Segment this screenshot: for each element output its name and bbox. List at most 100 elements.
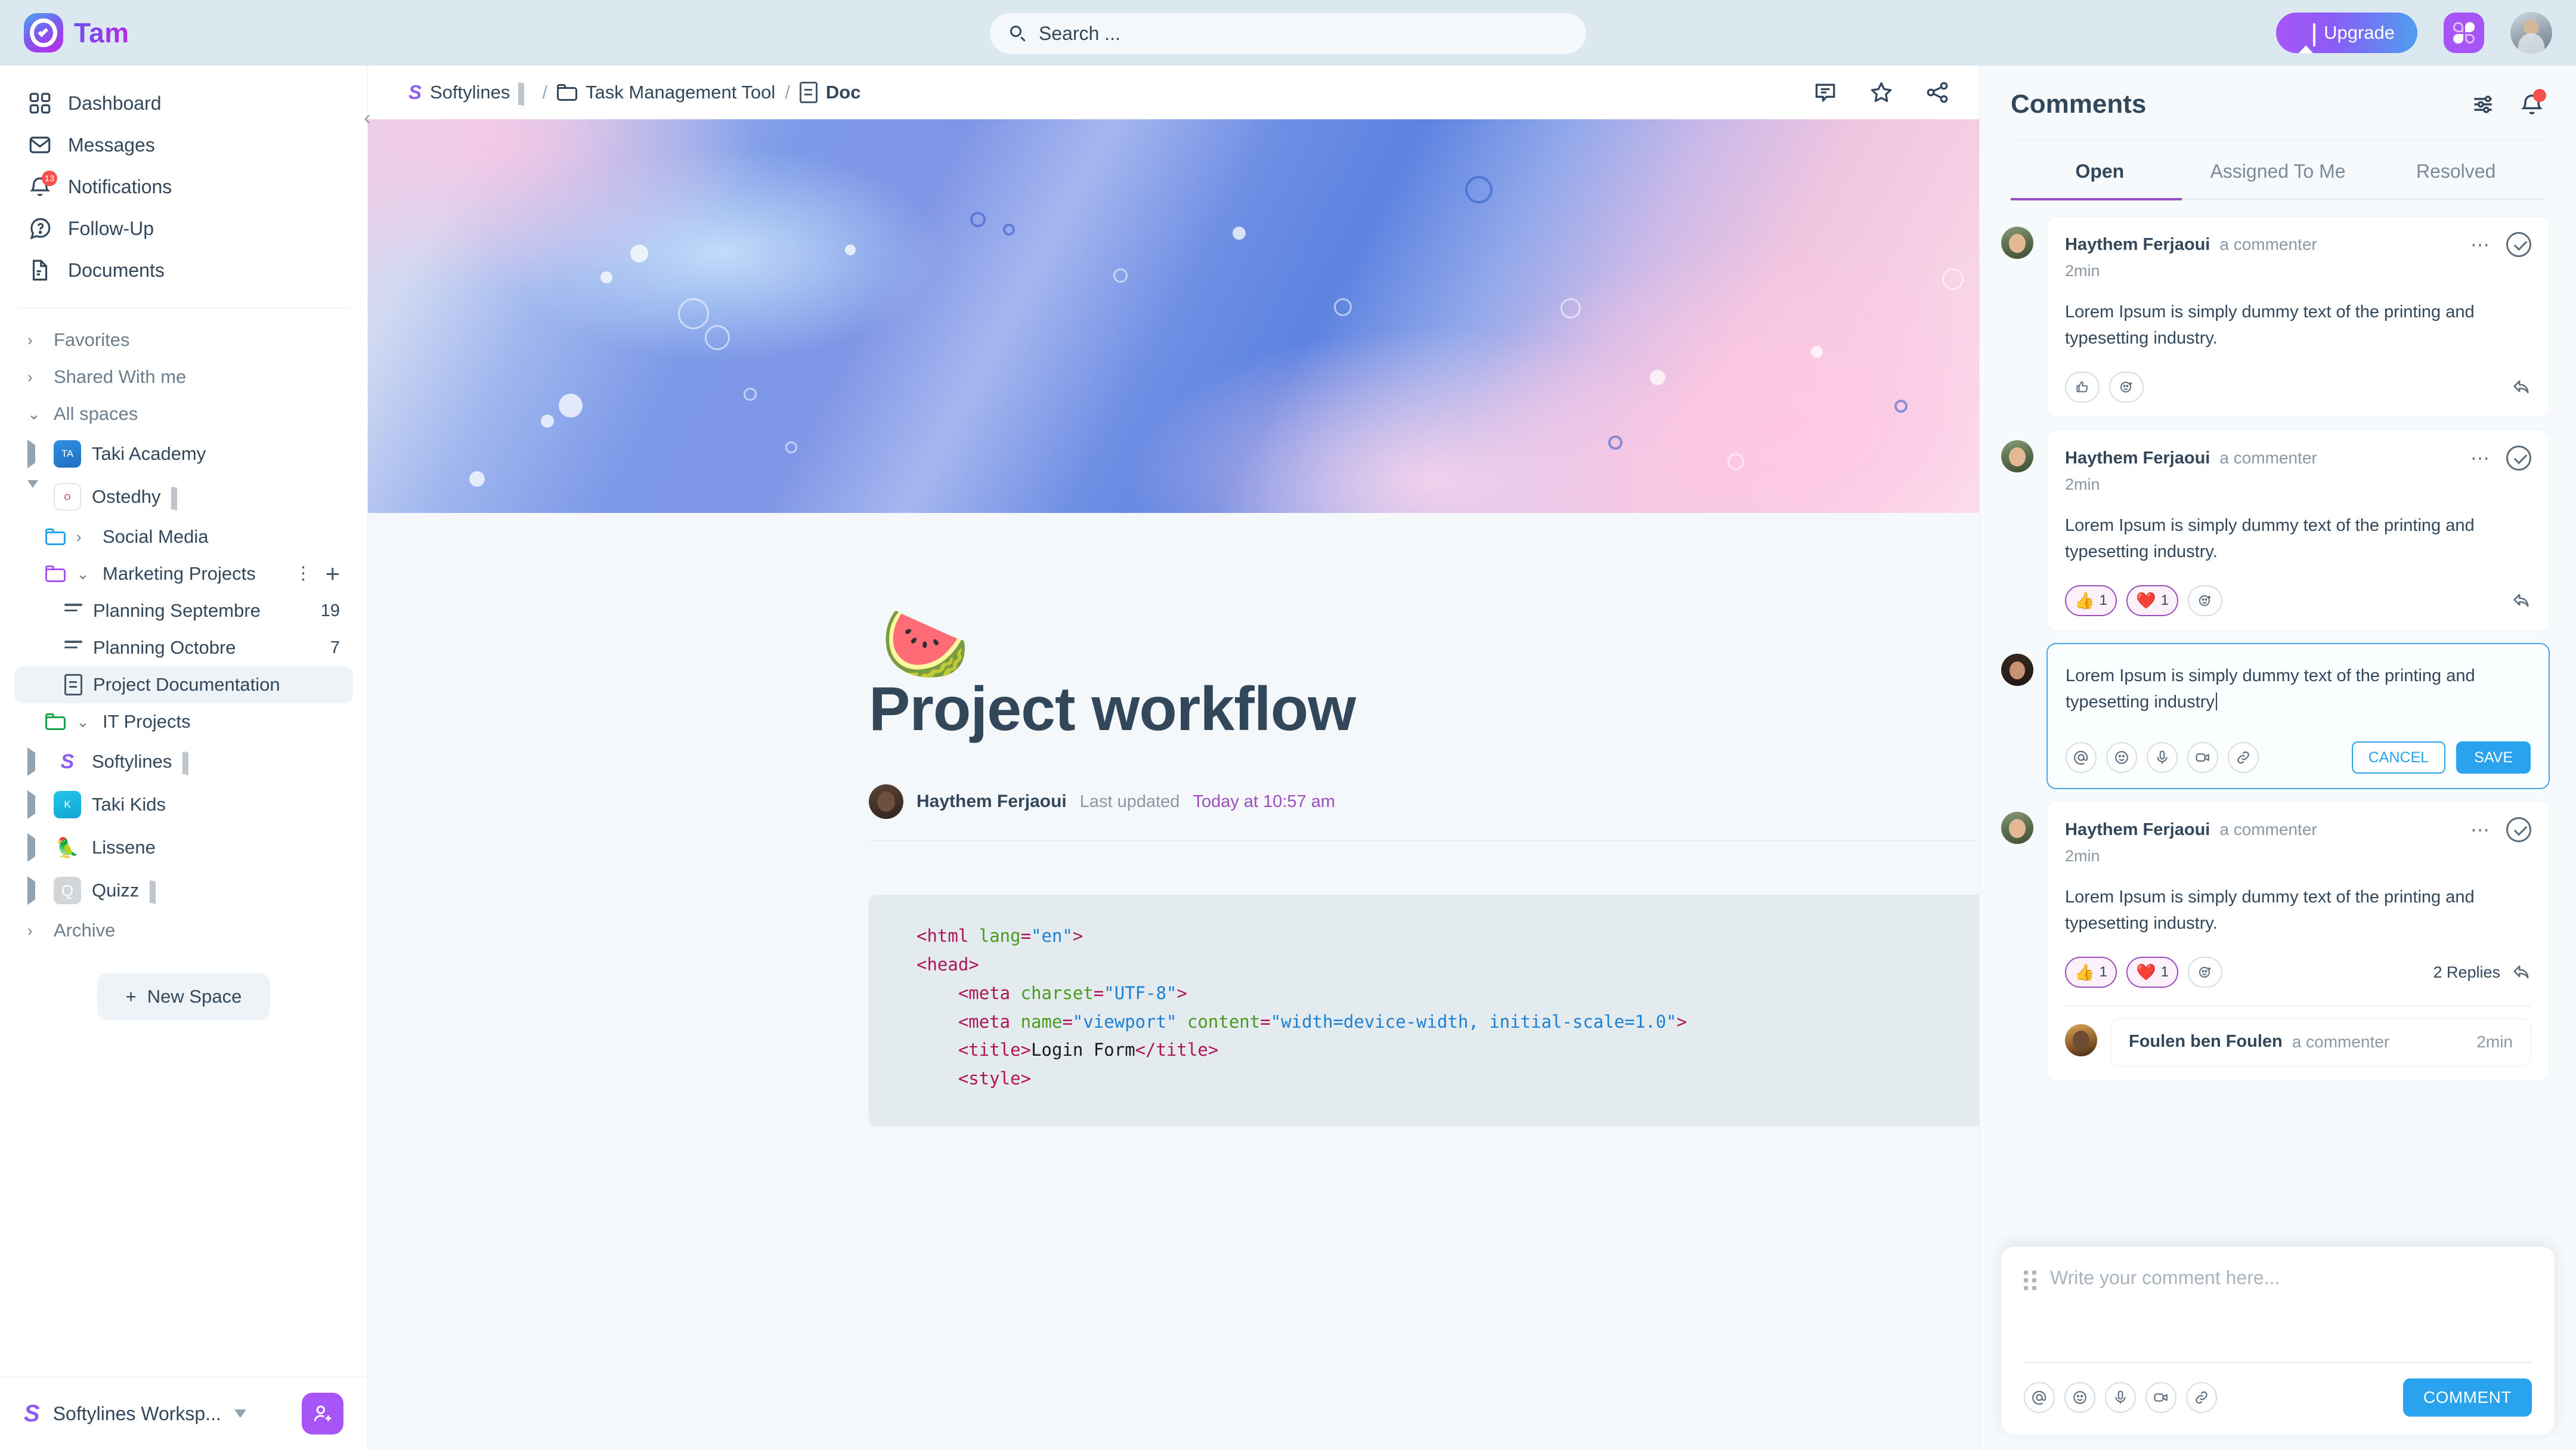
add-reaction-button[interactable] xyxy=(2187,957,2222,988)
sidebar-space-taki-kids[interactable]: K Taki Kids xyxy=(0,783,367,826)
sidebar-list-planning-octobre[interactable]: Planning Octobre 7 xyxy=(0,629,367,666)
star-icon[interactable] xyxy=(1868,79,1894,106)
page-title[interactable]: Project workflow xyxy=(869,674,1979,745)
reply-icon[interactable] xyxy=(2511,962,2531,982)
sidebar-item-dashboard[interactable]: Dashboard xyxy=(0,82,367,124)
sidebar-folder-marketing-projects[interactable]: ⌄ Marketing Projects ⋮ + xyxy=(0,555,367,592)
comments-header: Comments xyxy=(1980,66,2576,119)
invite-member-button[interactable] xyxy=(302,1393,343,1434)
code-block[interactable]: <html lang="en"> <head> <meta charset="U… xyxy=(869,895,1979,1127)
replies-count[interactable]: 2 Replies xyxy=(2433,963,2500,982)
add-item-icon[interactable]: + xyxy=(325,561,340,586)
chevron-down-icon xyxy=(234,1409,246,1418)
comment-author: Haythem Ferjaoui xyxy=(2065,448,2210,468)
resolve-check-icon[interactable] xyxy=(2506,446,2531,471)
sidebar-space-quizz[interactable]: Q Quizz xyxy=(0,869,367,912)
reaction-thumbs-up[interactable]: 👍 1 xyxy=(2065,957,2117,988)
collapse-sidebar-button[interactable]: ‹ xyxy=(357,107,378,129)
document-scroll-area[interactable]: 🍉 Project workflow Haythem Ferjaoui Last… xyxy=(368,119,1979,1450)
sidebar-space-taki-academy[interactable]: TA Taki Academy xyxy=(0,432,367,475)
apps-grid-icon xyxy=(2453,22,2475,44)
filter-sliders-icon[interactable] xyxy=(2470,91,2496,118)
emoji-icon[interactable] xyxy=(2106,742,2137,773)
sidebar-space-softylines[interactable]: S Softylines xyxy=(0,740,367,783)
apps-grid-button[interactable] xyxy=(2444,13,2484,53)
sidebar-space-lissene[interactable]: 🦜 Lissene xyxy=(0,826,367,869)
comment-card[interactable]: Haythem Ferjaoui a commenter ⋯ 2min Lore… xyxy=(2046,801,2550,1081)
reply-icon[interactable] xyxy=(2511,590,2531,611)
resolve-check-icon[interactable] xyxy=(2506,817,2531,842)
breadcrumb-label: Softylines xyxy=(430,82,510,103)
sidebar-space-ostedhy[interactable]: O Ostedhy xyxy=(0,475,367,518)
breadcrumb-item-softylines[interactable]: S Softylines xyxy=(408,81,532,106)
sidebar-list-planning-septembre[interactable]: Planning Septembre 19 xyxy=(0,592,367,629)
add-reaction-button[interactable] xyxy=(2187,585,2222,616)
reaction-thumbs-up[interactable]: 👍 1 xyxy=(2065,585,2117,616)
tab-resolved[interactable]: Resolved xyxy=(2367,140,2545,198)
chevron-down-icon: ⌄ xyxy=(76,713,89,731)
search-box[interactable] xyxy=(990,13,1586,54)
resolve-check-icon[interactable] xyxy=(2506,232,2531,257)
brand-name: Tam xyxy=(74,17,129,48)
workspace-switcher[interactable]: S Softylines Worksp... xyxy=(0,1377,367,1450)
more-options-icon[interactable]: ⋮ xyxy=(294,565,312,583)
mention-icon[interactable] xyxy=(2066,742,2097,773)
comment-bubble-icon[interactable] xyxy=(1812,79,1838,106)
emoji-icon[interactable] xyxy=(2064,1382,2095,1413)
comments-notifications-bell[interactable] xyxy=(2519,89,2546,118)
submit-comment-button[interactable]: COMMENT xyxy=(2402,1378,2532,1417)
sidebar-item-documents[interactable]: Documents xyxy=(0,249,367,291)
chevron-down-icon: ⌄ xyxy=(76,565,89,583)
user-avatar[interactable] xyxy=(2510,12,2552,54)
sidebar-doc-project-documentation[interactable]: Project Documentation xyxy=(14,666,353,703)
comment-card[interactable]: Haythem Ferjaoui a commenter ⋯ 2min Lore… xyxy=(2046,429,2550,631)
sidebar-group-shared-with-me[interactable]: › Shared With me xyxy=(0,358,367,395)
sidebar-group-all-spaces[interactable]: ⌄ All spaces xyxy=(0,395,367,432)
tam-logo-icon xyxy=(24,13,63,52)
breadcrumb-item-doc[interactable]: Doc xyxy=(799,82,860,103)
microphone-icon[interactable] xyxy=(2105,1382,2136,1413)
sidebar-item-messages[interactable]: Messages xyxy=(0,124,367,166)
tab-assigned-to-me[interactable]: Assigned To Me xyxy=(2189,140,2367,198)
more-options-icon[interactable]: ⋯ xyxy=(2470,235,2491,254)
search-input[interactable] xyxy=(1039,22,1566,45)
comment-edit-card[interactable]: Lorem Ipsum is simply dummy text of the … xyxy=(2046,643,2550,789)
save-button[interactable]: SAVE xyxy=(2456,741,2531,774)
sidebar-group-favorites[interactable]: › Favorites xyxy=(0,321,367,358)
sidebar-folder-it-projects[interactable]: ⌄ IT Projects xyxy=(0,703,367,740)
comment-timestamp: 2min xyxy=(2065,262,2100,280)
app-root: Tam Upgrade ‹ xyxy=(0,0,2576,1450)
more-options-icon[interactable]: ⋯ xyxy=(2470,820,2491,839)
link-icon[interactable] xyxy=(2186,1382,2217,1413)
cancel-button[interactable]: CANCEL xyxy=(2351,741,2446,774)
link-icon[interactable] xyxy=(2228,742,2259,773)
mention-icon[interactable] xyxy=(2024,1382,2055,1413)
more-options-icon[interactable]: ⋯ xyxy=(2470,449,2491,468)
upgrade-button[interactable]: Upgrade xyxy=(2276,13,2417,53)
add-reaction-button[interactable] xyxy=(2109,372,2144,403)
comment-card[interactable]: Haythem Ferjaoui a commenter ⋯ 2min Lore… xyxy=(2046,216,2550,418)
video-icon[interactable] xyxy=(2145,1382,2176,1413)
reply-icon[interactable] xyxy=(2511,377,2531,397)
document-emoji-icon[interactable]: 🍉 xyxy=(881,608,970,680)
tab-open[interactable]: Open xyxy=(2011,140,2189,198)
reaction-heart[interactable]: ❤️ 1 xyxy=(2126,585,2178,616)
reaction-heart[interactable]: ❤️ 1 xyxy=(2126,957,2178,988)
thumbs-up-button[interactable] xyxy=(2065,372,2100,403)
reply-card[interactable]: Foulen ben Foulen a commenter 2min xyxy=(2110,1018,2531,1066)
breadcrumb-item-task-management-tool[interactable]: Task Management Tool xyxy=(557,82,775,103)
microphone-icon[interactable] xyxy=(2147,742,2178,773)
new-space-button[interactable]: + New Space xyxy=(97,973,271,1021)
drag-handle-icon[interactable] xyxy=(2024,1270,2037,1291)
share-icon[interactable] xyxy=(1924,79,1950,106)
sidebar-folder-social-media[interactable]: › Social Media xyxy=(0,518,367,555)
video-icon[interactable] xyxy=(2187,742,2218,773)
sidebar-item-notifications[interactable]: 13 Notifications xyxy=(0,166,367,208)
comment-edit-textarea[interactable]: Lorem Ipsum is simply dummy text of the … xyxy=(2066,663,2531,715)
brand-logo[interactable]: Tam xyxy=(0,13,358,52)
sidebar-group-archive[interactable]: › Archive xyxy=(0,912,367,949)
comment-input[interactable] xyxy=(2050,1267,2532,1356)
dashboard-grid-icon xyxy=(27,91,52,116)
sidebar-item-follow-up[interactable]: Follow-Up xyxy=(0,208,367,249)
sidebar-folder-label: Marketing Projects xyxy=(103,563,256,584)
